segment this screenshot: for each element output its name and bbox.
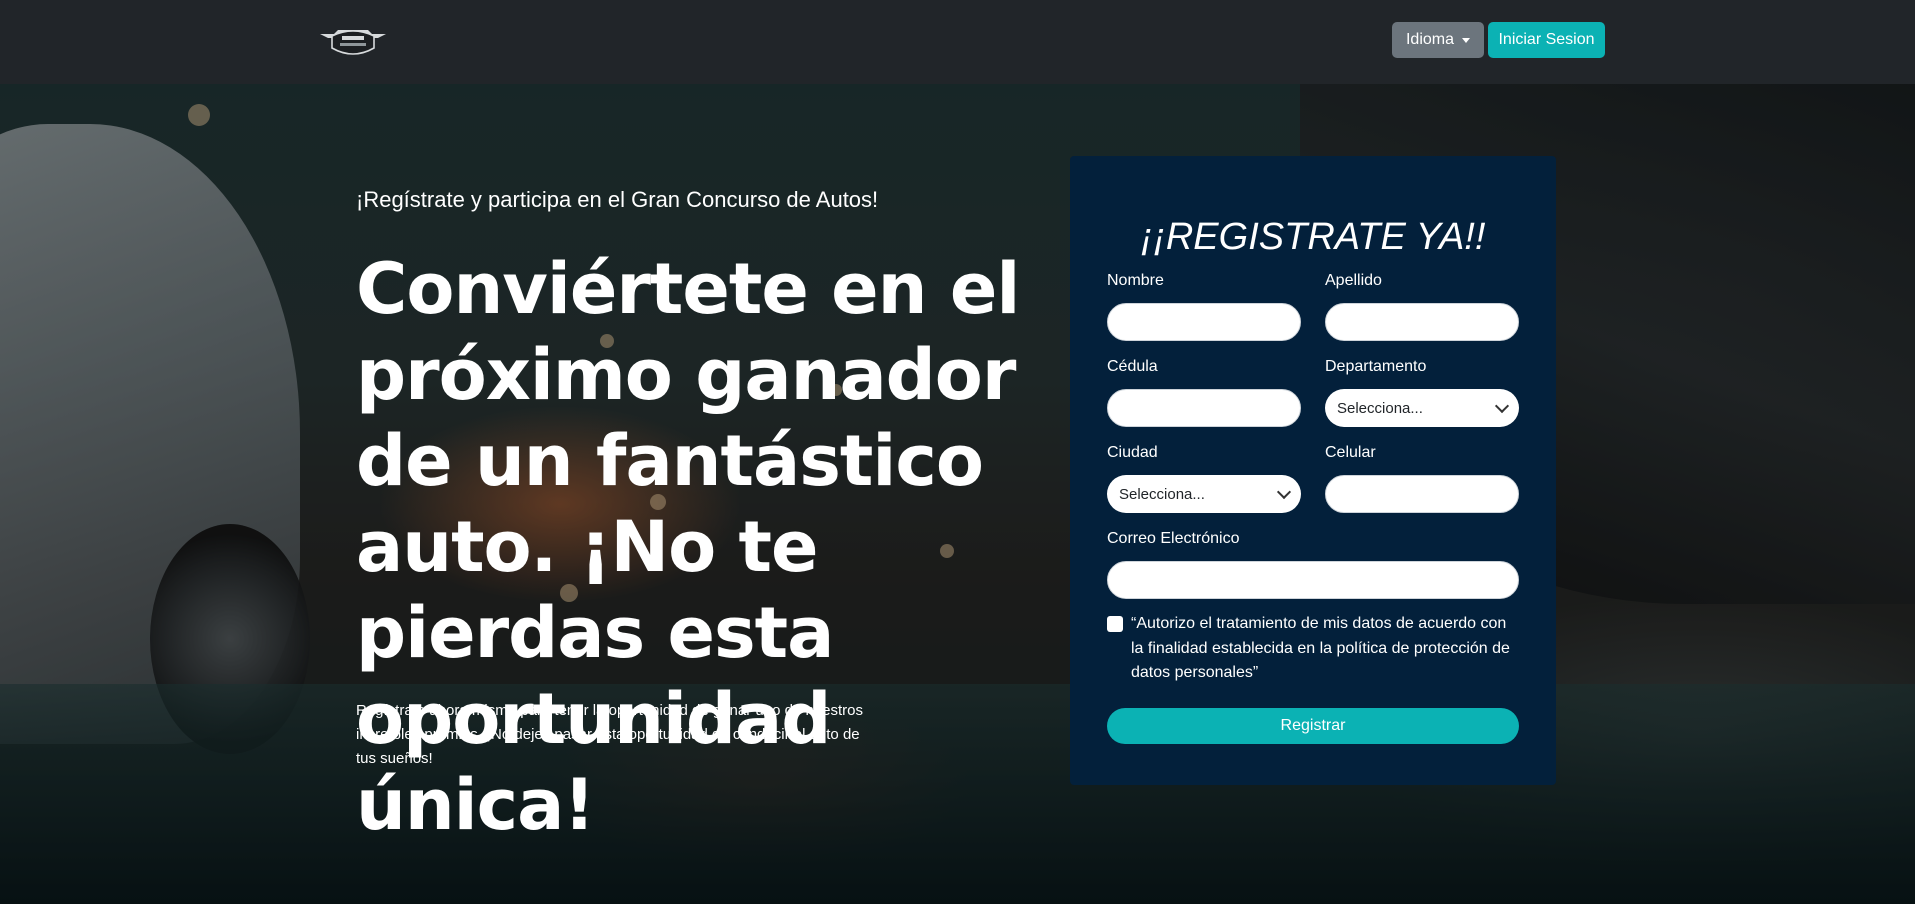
consent-text: “Autorizo el tratamiento de mis datos de… xyxy=(1131,615,1510,681)
apellido-label: Apellido xyxy=(1325,272,1382,289)
hero-subtitle: ¡Regístrate y participa en el Gran Concu… xyxy=(356,187,879,212)
apellido-input[interactable] xyxy=(1325,303,1519,341)
correo-label: Correo Electrónico xyxy=(1107,530,1240,547)
celular-input[interactable] xyxy=(1325,475,1519,513)
nombre-input[interactable] xyxy=(1107,303,1301,341)
form-title: ¡¡REGISTRATE YA!! xyxy=(1140,216,1486,258)
consent-checkbox[interactable] xyxy=(1107,616,1123,632)
email-input[interactable] xyxy=(1107,561,1519,599)
language-label: Idioma xyxy=(1405,31,1455,48)
celular-label: Celular xyxy=(1325,444,1376,461)
hero-section: ¡Regístrate y participa en el Gran Concu… xyxy=(0,84,1915,904)
language-dropdown-button[interactable]: Idioma xyxy=(1392,22,1484,58)
departamento-label: Departamento xyxy=(1325,358,1427,375)
ciudad-selected-value: Selecciona... xyxy=(1119,485,1205,503)
register-button[interactable]: Registrar xyxy=(1107,708,1519,744)
departamento-selected-value: Selecciona... xyxy=(1337,399,1423,417)
top-navbar: Idioma Iniciar Sesion xyxy=(0,0,1915,84)
ciudad-select[interactable]: Selecciona... xyxy=(1107,475,1301,513)
hero-description: Regístrate ahora mismo para tener la opo… xyxy=(356,702,863,767)
chevron-down-icon xyxy=(1494,398,1510,414)
registration-form: ¡¡REGISTRATE YA!! Nombre Apellido Cédula… xyxy=(1070,156,1556,785)
nombre-label: Nombre xyxy=(1107,272,1164,289)
ciudad-label: Ciudad xyxy=(1107,444,1158,461)
chevron-down-icon xyxy=(1276,484,1292,500)
login-button[interactable]: Iniciar Sesion xyxy=(1488,22,1605,58)
car-emblem-logo-icon[interactable] xyxy=(318,24,388,58)
cedula-label: Cédula xyxy=(1107,358,1158,375)
cedula-input[interactable] xyxy=(1107,389,1301,427)
departamento-select[interactable]: Selecciona... xyxy=(1325,389,1519,427)
caret-down-icon xyxy=(1462,37,1471,43)
